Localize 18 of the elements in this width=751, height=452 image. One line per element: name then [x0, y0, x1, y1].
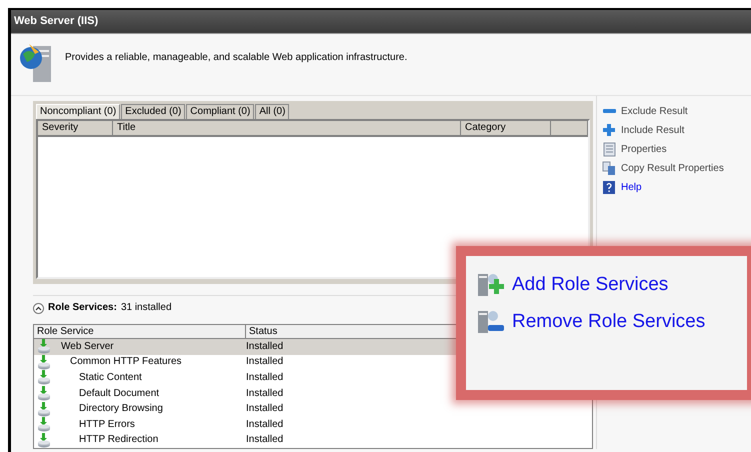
description-text: Provides a reliable, manageable, and scalable Web application infrastructure. [65, 52, 408, 64]
role-service-name: HTTP Redirection [78, 434, 160, 446]
role-service-name: Default Document [78, 388, 160, 400]
installed-count: 31 installed [120, 302, 172, 314]
status-text: Installed [246, 418, 284, 431]
status-text: Installed [246, 356, 284, 368]
status-text: Installed [246, 434, 284, 446]
section-title: Role Services: [48, 302, 117, 314]
status-text: Installed [246, 403, 284, 416]
status-text: Installed [246, 372, 284, 384]
status-text: Installed [246, 388, 284, 400]
role-service-name: Static Content [78, 372, 143, 384]
role-service-name: HTTP Errors [78, 418, 136, 431]
window-title: Web Server (IIS) [11, 10, 751, 34]
role-service-name: Directory Browsing [78, 403, 164, 416]
status-text: Installed [246, 340, 284, 353]
role-service-name: Web Server [60, 340, 115, 353]
role-service-name: Common HTTP Features [69, 356, 183, 368]
